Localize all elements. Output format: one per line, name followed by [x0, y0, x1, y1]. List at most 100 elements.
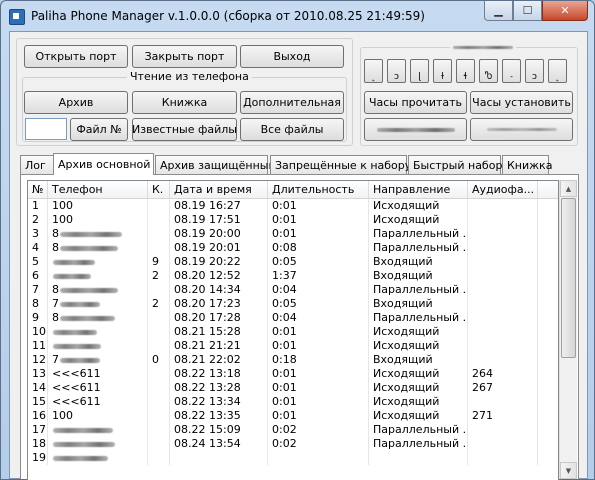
table-row[interactable]: 12 7 0 08.21 22:02 0:18 Входящий	[28, 353, 558, 367]
scroll-up-arrow-icon[interactable]: ▲	[560, 180, 577, 197]
table-row[interactable]: 15 <<<611 08.22 13:34 0:01 Исходящий	[28, 395, 558, 409]
table-row[interactable]: 8 7 2 08.20 17:23 0:05 Входящий	[28, 297, 558, 311]
cell-number-text: 6	[32, 269, 39, 282]
cell-direction-text: Параллельный ...	[373, 227, 468, 240]
char-button-2[interactable]: ɔ	[387, 59, 406, 83]
cell-direction: Параллельный ...	[369, 283, 468, 297]
exit-button[interactable]: Выход	[240, 45, 344, 68]
close-button[interactable]: ✕	[542, 1, 588, 21]
col-k[interactable]: К.	[148, 181, 170, 198]
table-row[interactable]: 17 08.22 15:09 0:02 Параллельный ...	[28, 423, 558, 437]
tab-archive-main[interactable]: Архив основной	[53, 153, 154, 175]
calls-table[interactable]: № Телефон К. Дата и время Длительность Н…	[27, 180, 559, 480]
char-button-1[interactable]: ˻	[364, 59, 383, 83]
char-button-7[interactable]: ˗	[502, 59, 521, 83]
cell-direction-text: Исходящий	[373, 381, 440, 394]
col-audio[interactable]: Аудиофа...	[468, 181, 538, 198]
cell-phone: <<<611	[48, 381, 148, 395]
cell-audio	[468, 339, 538, 353]
title-bar[interactable]: Paliha Phone Manager v.1.0.0.0 (сборка о…	[1, 1, 594, 31]
table-row[interactable]: 3 8 08.19 20:00 0:01 Параллельный ...	[28, 227, 558, 241]
scroll-down-arrow-icon[interactable]: ▼	[560, 462, 577, 479]
minimize-button[interactable]: ▁	[484, 1, 513, 21]
tab-log[interactable]: Лог	[20, 155, 54, 174]
char-button-6[interactable]: Ⴊ	[479, 59, 498, 83]
cell-duration: 0:01	[268, 409, 369, 423]
read-clock-button[interactable]: Часы прочитать	[364, 91, 467, 114]
maximize-button[interactable]: ☐	[513, 1, 542, 21]
redacted-button-1[interactable]	[364, 118, 467, 141]
cell-number-text: 19	[32, 451, 46, 464]
set-clock-button[interactable]: Часы установить	[470, 91, 573, 114]
cell-number-text: 15	[32, 395, 46, 408]
cell-duration: 0:05	[268, 297, 369, 311]
additional-button[interactable]: Дополнительная	[240, 91, 344, 114]
tab-phonebook[interactable]: Книжка	[502, 155, 552, 174]
table-row[interactable]: 11 08.21 21:21 0:01 Исходящий	[28, 339, 558, 353]
tab-archive-protected[interactable]: Архив защищённый	[155, 155, 276, 174]
all-files-button[interactable]: Все файлы	[240, 118, 344, 141]
cell-duration-text: 0:01	[272, 381, 297, 394]
cell-datetime-text: 08.20 12:52	[174, 269, 241, 282]
book-button[interactable]: Книжка	[132, 91, 237, 114]
cell-phone: 8	[48, 311, 148, 325]
cell-number: 9	[28, 311, 48, 325]
vertical-scrollbar[interactable]: ▲ ▼	[559, 180, 577, 479]
table-row[interactable]: 5 9 08.19 20:22 0:05 Входящий	[28, 255, 558, 269]
cell-datetime: 08.20 12:52	[170, 269, 268, 283]
known-files-button[interactable]: Известные файлы	[132, 118, 237, 141]
char-button-3[interactable]: ɭ	[410, 59, 429, 83]
char-button-8[interactable]: ɔ	[525, 59, 544, 83]
table-row[interactable]: 6 2 08.20 12:52 1:37 Входящий	[28, 269, 558, 283]
cell-datetime-text: 08.19 16:27	[174, 199, 241, 212]
cell-direction: Входящий	[369, 255, 468, 269]
char-button-9[interactable]: ˻	[548, 59, 567, 83]
cell-k	[148, 283, 170, 297]
cell-direction: Исходящий	[369, 213, 468, 227]
cell-phone-text: 100	[52, 409, 73, 422]
table-row[interactable]: 14 <<<611 08.22 13:28 0:01 Исходящий 267	[28, 381, 558, 395]
col-direction[interactable]: Направление	[369, 181, 468, 198]
table-row[interactable]: 19	[28, 451, 558, 465]
cell-k	[148, 213, 170, 227]
cell-datetime: 08.22 13:28	[170, 381, 268, 395]
table-row[interactable]: 4 8 08.19 20:01 0:08 Параллельный ...	[28, 241, 558, 255]
cell-k	[148, 381, 170, 395]
table-row[interactable]: 7 8 08.20 14:34 0:04 Параллельный ...	[28, 283, 558, 297]
table-row[interactable]: 18 08.24 13:54 0:02 Параллельный ...	[28, 437, 558, 451]
scroll-thumb[interactable]	[561, 198, 576, 358]
cell-duration-text: 0:01	[272, 367, 297, 380]
open-port-button[interactable]: Открыть порт	[24, 45, 128, 68]
col-duration[interactable]: Длительность	[268, 181, 369, 198]
char-button-4[interactable]: ɫ	[433, 59, 452, 83]
cell-number: 4	[28, 241, 48, 255]
col-datetime[interactable]: Дата и время	[170, 181, 268, 198]
table-row[interactable]: 10 08.21 15:28 0:01 Исходящий	[28, 325, 558, 339]
table-row[interactable]: 9 8 08.20 17:28 0:04 Параллельный ...	[28, 311, 558, 325]
cell-datetime: 08.22 13:18	[170, 367, 268, 381]
redacted-phone	[60, 301, 100, 307]
cell-phone	[48, 255, 148, 269]
file-number-button[interactable]: Файл №	[70, 118, 128, 141]
redacted-button-2[interactable]	[470, 118, 573, 141]
table-row[interactable]: 16 100 08.22 13:35 0:01 Исходящий 271	[28, 409, 558, 423]
cell-duration-text: 0:05	[272, 297, 297, 310]
tab-speed-dial[interactable]: Быстрый набор	[408, 155, 502, 174]
cell-k	[148, 423, 170, 437]
cell-datetime: 08.19 16:27	[170, 199, 268, 213]
archive-button[interactable]: Архив	[24, 91, 128, 114]
cell-duration-text: 0:01	[272, 213, 297, 226]
table-row[interactable]: 1 100 08.19 16:27 0:01 Исходящий	[28, 199, 558, 213]
char-button-5[interactable]: ɬ	[456, 59, 475, 83]
file-number-input[interactable]	[25, 118, 67, 140]
cell-datetime-text: 08.24 13:54	[174, 437, 241, 450]
cell-datetime-text: 08.21 15:28	[174, 325, 241, 338]
tab-forbidden-numbers[interactable]: Запрещённые к набору	[270, 155, 411, 174]
cell-k: 2	[148, 297, 170, 311]
col-phone[interactable]: Телефон	[48, 181, 148, 198]
table-row[interactable]: 2 100 08.19 17:51 0:01 Исходящий	[28, 213, 558, 227]
table-row[interactable]: 13 <<<611 08.22 13:18 0:01 Исходящий 264	[28, 367, 558, 381]
cell-direction-text: Входящий	[373, 269, 433, 282]
close-port-button[interactable]: Закрыть порт	[132, 45, 237, 68]
col-number[interactable]: №	[28, 181, 48, 198]
